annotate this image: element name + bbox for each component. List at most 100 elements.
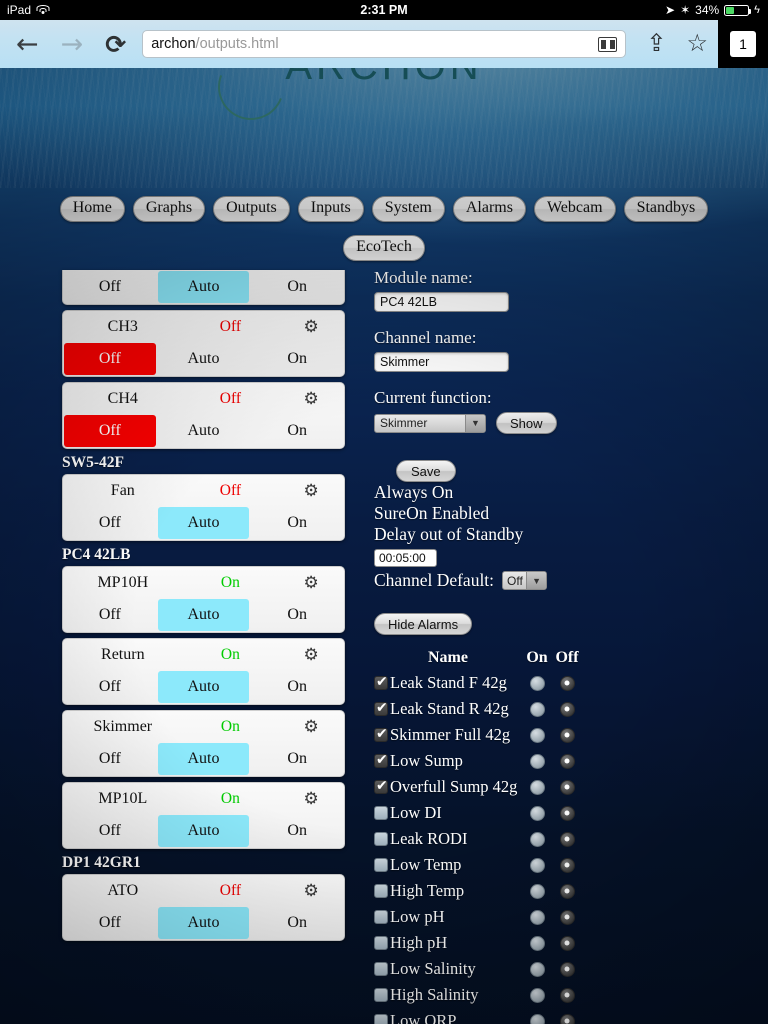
mode-button-on[interactable]: On	[251, 415, 343, 447]
nav-item-alarms[interactable]: Alarms	[452, 196, 526, 222]
alarm-radio-on[interactable]	[529, 753, 545, 769]
channel-name-input[interactable]: Skimmer	[374, 352, 509, 372]
alarm-checkbox[interactable]	[374, 962, 388, 976]
module-name-input[interactable]: PC4 42LB	[374, 292, 509, 312]
alarm-radio-on[interactable]	[529, 805, 545, 821]
alarm-radio-off[interactable]	[559, 987, 575, 1003]
alarm-checkbox[interactable]	[374, 858, 388, 872]
gear-icon[interactable]: ⚙	[284, 574, 338, 591]
nav-item-outputs[interactable]: Outputs	[213, 196, 290, 222]
mode-button-auto[interactable]: Auto	[157, 507, 250, 539]
mode-button-auto[interactable]: Auto	[158, 343, 250, 375]
alarm-checkbox[interactable]	[374, 674, 388, 690]
reload-icon[interactable]: ⟳	[105, 32, 126, 57]
show-button[interactable]: Show	[496, 412, 557, 434]
mode-button-off[interactable]: Off	[64, 815, 156, 847]
mode-button-auto[interactable]: Auto	[157, 743, 250, 775]
alarm-radio-on[interactable]	[529, 727, 545, 743]
alarm-checkbox[interactable]	[374, 884, 388, 898]
gear-icon[interactable]: ⚙	[284, 482, 338, 499]
alarm-radio-off[interactable]	[559, 935, 575, 951]
alarm-checkbox[interactable]	[374, 988, 388, 1002]
share-icon[interactable]: ⇪	[636, 32, 676, 56]
gear-icon[interactable]: ⚙	[284, 318, 338, 335]
mode-button-on[interactable]: On	[251, 271, 343, 303]
tab-count-button[interactable]: 1	[718, 20, 768, 68]
alarm-checkbox[interactable]	[374, 806, 388, 820]
alarm-checkbox[interactable]	[374, 910, 388, 924]
hide-alarms-button[interactable]: Hide Alarms	[374, 613, 473, 635]
mode-button-off[interactable]: Off	[64, 907, 156, 939]
mode-button-auto[interactable]: Auto	[157, 671, 250, 703]
alarm-radio-off[interactable]	[559, 727, 575, 743]
alarm-checkbox[interactable]	[374, 726, 388, 742]
address-bar[interactable]: archon/outputs.html	[142, 30, 627, 58]
mode-button-on[interactable]: On	[251, 671, 343, 703]
forward-arrow-icon[interactable]: →	[61, 31, 84, 58]
mode-button-auto[interactable]: Auto	[158, 415, 250, 447]
reader-view-icon[interactable]	[598, 36, 618, 52]
alarm-radio-on[interactable]	[529, 1013, 545, 1024]
alarm-radio-off[interactable]	[559, 961, 575, 977]
mode-button-on[interactable]: On	[251, 743, 343, 775]
alarm-checkbox[interactable]	[374, 752, 388, 768]
current-function-select[interactable]: Skimmer ▼	[374, 413, 486, 433]
mode-button-off[interactable]: Off	[64, 343, 156, 375]
mode-button-auto[interactable]: Auto	[157, 271, 250, 303]
nav-item-system[interactable]: System	[371, 196, 445, 222]
alarm-checkbox[interactable]	[374, 700, 388, 716]
alarm-radio-off[interactable]	[559, 883, 575, 899]
mode-button-on[interactable]: On	[251, 815, 343, 847]
gear-icon[interactable]: ⚙	[284, 718, 338, 735]
nav-item-inputs[interactable]: Inputs	[297, 196, 364, 222]
alarm-radio-on[interactable]	[529, 961, 545, 977]
alarm-radio-on[interactable]	[529, 857, 545, 873]
alarm-radio-off[interactable]	[559, 779, 575, 795]
mode-button-on[interactable]: On	[251, 507, 343, 539]
save-button[interactable]: Save	[396, 460, 456, 482]
mode-button-off[interactable]: Off	[64, 271, 156, 303]
mode-button-on[interactable]: On	[251, 343, 343, 375]
alarm-radio-off[interactable]	[559, 857, 575, 873]
alarm-radio-off[interactable]	[559, 753, 575, 769]
mode-button-off[interactable]: Off	[64, 415, 156, 447]
alarm-radio-off[interactable]	[559, 909, 575, 925]
mode-button-auto[interactable]: Auto	[157, 815, 250, 847]
nav-item-webcam[interactable]: Webcam	[533, 196, 616, 222]
alarm-checkbox[interactable]	[374, 1014, 388, 1024]
mode-button-off[interactable]: Off	[64, 599, 156, 631]
alarm-radio-on[interactable]	[529, 987, 545, 1003]
nav-item-graphs[interactable]: Graphs	[132, 196, 206, 222]
mode-button-off[interactable]: Off	[64, 671, 156, 703]
alarm-checkbox[interactable]	[374, 936, 388, 950]
alarm-radio-off[interactable]	[559, 675, 575, 691]
alarm-checkbox[interactable]	[374, 832, 388, 846]
alarm-radio-off[interactable]	[559, 701, 575, 717]
mode-button-on[interactable]: On	[251, 599, 343, 631]
alarm-radio-off[interactable]	[559, 805, 575, 821]
alarm-radio-on[interactable]	[529, 883, 545, 899]
mode-button-off[interactable]: Off	[64, 507, 156, 539]
back-arrow-icon[interactable]: ←	[16, 31, 39, 58]
alarm-radio-off[interactable]	[559, 831, 575, 847]
alarm-radio-on[interactable]	[529, 831, 545, 847]
alarm-radio-on[interactable]	[529, 909, 545, 925]
gear-icon[interactable]: ⚙	[284, 390, 338, 407]
alarm-radio-on[interactable]	[529, 779, 545, 795]
mode-button-on[interactable]: On	[251, 907, 343, 939]
delay-input[interactable]: 00:05:00	[374, 549, 437, 567]
mode-button-auto[interactable]: Auto	[157, 599, 250, 631]
alarm-radio-on[interactable]	[529, 675, 545, 691]
alarm-checkbox[interactable]	[374, 778, 388, 794]
nav-item-ecotech[interactable]: EcoTech	[343, 235, 425, 261]
gear-icon[interactable]: ⚙	[284, 646, 338, 663]
alarm-radio-on[interactable]	[529, 935, 545, 951]
channel-default-select[interactable]: Off ▼	[502, 571, 548, 590]
mode-button-off[interactable]: Off	[64, 743, 156, 775]
gear-icon[interactable]: ⚙	[284, 882, 338, 899]
mode-button-auto[interactable]: Auto	[157, 907, 250, 939]
alarm-radio-off[interactable]	[559, 1013, 575, 1024]
bookmark-star-icon[interactable]: ☆	[676, 32, 718, 56]
nav-item-home[interactable]: Home	[59, 196, 125, 222]
nav-item-standbys[interactable]: Standbys	[623, 196, 709, 222]
